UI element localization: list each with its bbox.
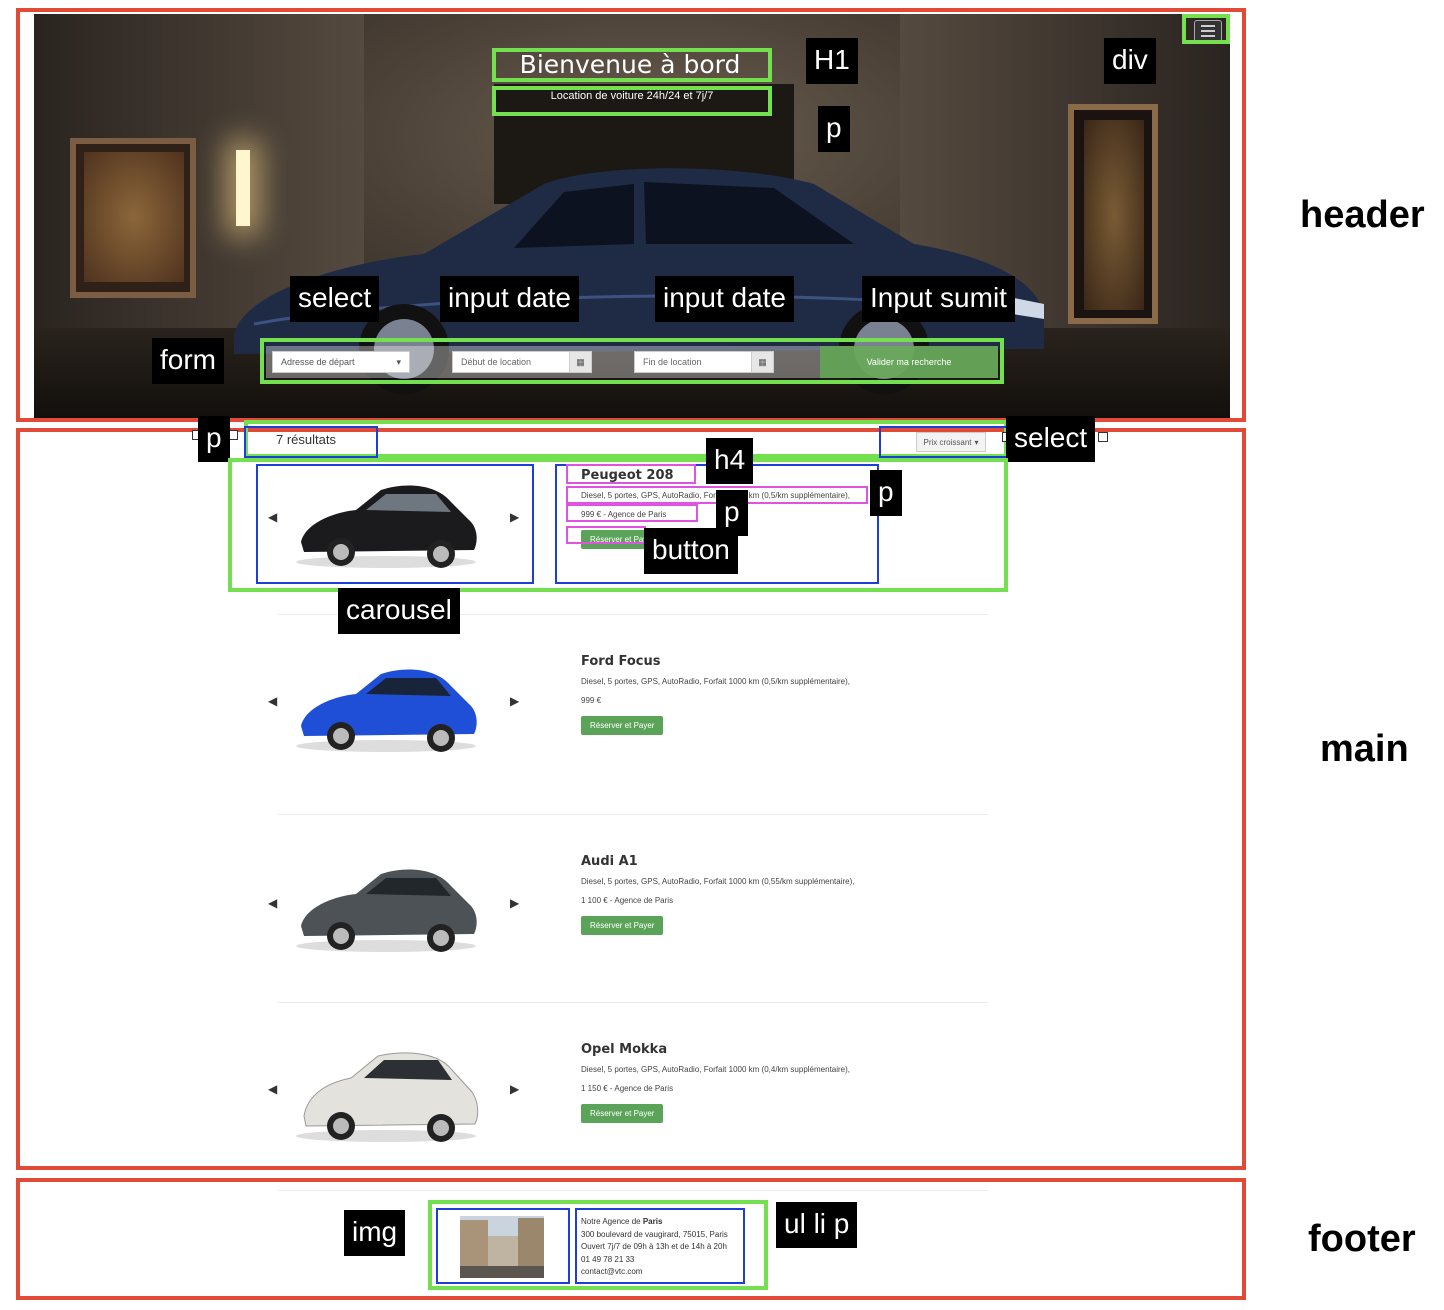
- end-date-input[interactable]: Fin de location ▦: [634, 351, 774, 373]
- agency-address: 300 boulevard de vaugirard, 75015, Paris: [581, 1229, 728, 1239]
- page-subtitle: Location de voiture 24h/24 et 7j/7: [550, 90, 714, 102]
- hamburger-bar-icon: [1201, 25, 1215, 27]
- divider: [278, 814, 988, 815]
- tag-p-subtitle: p: [818, 106, 850, 152]
- search-submit-button[interactable]: Valider ma recherche: [820, 346, 998, 378]
- car-price: 999 €: [581, 696, 602, 705]
- footer-section-label: footer: [1308, 1218, 1416, 1260]
- carousel-next-icon[interactable]: ▶: [510, 510, 519, 524]
- car-image-ford: [296, 669, 477, 752]
- tag-select: select: [290, 276, 380, 322]
- car-name: Ford Focus: [581, 654, 661, 669]
- tag-carousel: carousel: [338, 588, 460, 634]
- handle-right-b: [1098, 432, 1108, 442]
- car-price: 1 100 € - Agence de Paris: [581, 896, 674, 905]
- carousel-prev-icon[interactable]: ◀: [268, 694, 277, 708]
- tag-input-date-start: input date: [440, 276, 579, 322]
- tag-p-desc: p: [870, 470, 902, 516]
- calendar-icon[interactable]: ▦: [752, 351, 774, 373]
- start-date-field[interactable]: Début de location: [452, 351, 570, 373]
- end-date-field[interactable]: Fin de location: [634, 351, 752, 373]
- tag-form: form: [152, 338, 224, 384]
- main-section-label: main: [1320, 728, 1409, 770]
- start-date-input[interactable]: Début de location ▦: [452, 351, 592, 373]
- sort-select[interactable]: Prix croissant ▾: [916, 432, 986, 452]
- car-name: Audi A1: [581, 854, 638, 869]
- caret-down-icon: ▾: [974, 437, 979, 447]
- reserve-button[interactable]: Réserver et Payer: [581, 916, 664, 935]
- tag-ul-li-p: ul li p: [776, 1202, 858, 1248]
- car-info: Opel Mokka Diesel, 5 portes, GPS, AutoRa…: [581, 1042, 850, 1123]
- tag-input-date-end: input date: [655, 276, 794, 322]
- hamburger-bar-icon: [1201, 30, 1215, 32]
- tag-select-sort: select: [1006, 416, 1096, 462]
- car-description: Diesel, 5 portes, GPS, AutoRadio, Forfai…: [581, 1065, 851, 1074]
- agency-photo: [460, 1216, 544, 1278]
- agency-email[interactable]: contact@vtc.com: [581, 1266, 728, 1279]
- agency-info: Notre Agence de Paris 300 boulevard de v…: [581, 1216, 728, 1279]
- agency-title: Notre Agence de Paris: [581, 1216, 728, 1229]
- hero-window-left: [70, 138, 196, 298]
- divider: [278, 1002, 988, 1003]
- tag-h4: h4: [706, 438, 754, 484]
- agency-city: Paris: [642, 1217, 663, 1226]
- carousel-next-icon[interactable]: ▶: [510, 694, 519, 708]
- hamburger-menu-button[interactable]: [1194, 20, 1222, 42]
- calendar-icon[interactable]: ▦: [570, 351, 592, 373]
- tag-div: div: [1104, 38, 1156, 84]
- car-info: Ford Focus Diesel, 5 portes, GPS, AutoRa…: [581, 654, 850, 735]
- tag-button: button: [644, 528, 738, 574]
- tag-p-count: p: [198, 416, 230, 462]
- car-image-audi: [296, 869, 477, 952]
- results-bar-outline: [244, 420, 1008, 458]
- hero-door-right: [1068, 104, 1158, 324]
- carousel-prev-icon[interactable]: ◀: [268, 896, 277, 910]
- header-section-label: header: [1300, 194, 1425, 236]
- results-count: 7 résultats: [276, 432, 336, 447]
- car-info: Audi A1 Diesel, 5 portes, GPS, AutoRadio…: [581, 854, 854, 935]
- sort-select-label: Prix croissant: [923, 437, 972, 447]
- divider: [278, 1190, 988, 1191]
- reserve-button[interactable]: Réserver et Payer: [581, 716, 664, 735]
- carousel-prev-icon[interactable]: ◀: [268, 510, 277, 524]
- search-form: Adresse de départ ▾ Début de location ▦ …: [266, 346, 998, 378]
- car-name: Opel Mokka: [581, 1042, 668, 1057]
- tag-img: img: [344, 1210, 406, 1256]
- departure-select-label: Adresse de départ: [281, 357, 355, 367]
- reserve-button[interactable]: Réserver et Payer: [581, 1104, 664, 1123]
- agency-prefix: Notre Agence de: [581, 1217, 641, 1226]
- car-description: Diesel, 5 portes, GPS, AutoRadio, Forfai…: [581, 877, 855, 886]
- tag-h1: H1: [806, 38, 858, 84]
- page-title: Bienvenue à bord: [519, 50, 741, 79]
- agency-phone: 01 49 78 21 33: [581, 1254, 635, 1264]
- car-description: Diesel, 5 portes, GPS, AutoRadio, Forfai…: [581, 677, 851, 686]
- car-image-peugeot: [296, 485, 477, 568]
- carousel-next-icon[interactable]: ▶: [510, 1082, 519, 1096]
- agency-hours: Ouvert 7j/7 de 09h à 13h et de 14h à 20h: [581, 1242, 727, 1251]
- carousel-prev-icon[interactable]: ◀: [268, 1082, 277, 1096]
- carousel-next-icon[interactable]: ▶: [510, 896, 519, 910]
- caret-down-icon: ▾: [396, 356, 401, 367]
- car-image-opel: [296, 1052, 479, 1142]
- departure-select[interactable]: Adresse de départ ▾: [272, 351, 410, 373]
- car-price: 1 150 € - Agence de Paris: [581, 1084, 674, 1093]
- hamburger-bar-icon: [1201, 35, 1215, 37]
- tag-input-submit: Input sumit: [862, 276, 1015, 322]
